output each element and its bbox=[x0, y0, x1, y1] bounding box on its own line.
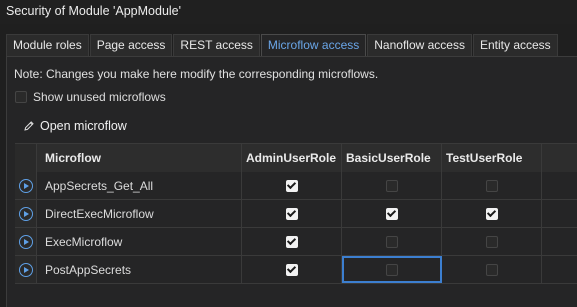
pencil-icon bbox=[24, 121, 34, 131]
test-checkbox[interactable] bbox=[485, 263, 498, 276]
header-filler bbox=[542, 144, 577, 172]
tab-nanoflow-access[interactable]: Nanoflow access bbox=[367, 34, 472, 56]
test-checkbox[interactable] bbox=[485, 207, 498, 220]
open-microflow-button[interactable]: Open microflow bbox=[23, 119, 127, 133]
tab-rest-access[interactable]: REST access bbox=[173, 34, 260, 56]
tab-module-roles[interactable]: Module roles bbox=[6, 34, 89, 56]
show-unused-checkbox[interactable] bbox=[15, 91, 27, 103]
tab-strip: Module roles Page access REST access Mic… bbox=[6, 34, 559, 56]
column-header-test[interactable]: TestUserRole bbox=[442, 144, 542, 172]
test-checkbox[interactable] bbox=[485, 179, 498, 192]
admin-checkbox[interactable] bbox=[285, 263, 298, 276]
open-microflow-label: Open microflow bbox=[40, 119, 127, 133]
basic-checkbox[interactable] bbox=[385, 179, 398, 192]
admin-checkbox[interactable] bbox=[285, 179, 298, 192]
tab-microflow-access[interactable]: Microflow access bbox=[260, 34, 367, 56]
table-row[interactable]: PostAppSecrets bbox=[15, 256, 577, 284]
table-row[interactable]: DirectExecMicroflow bbox=[15, 200, 577, 228]
tab-page-access[interactable]: Page access bbox=[89, 34, 173, 56]
microflow-run-icon[interactable] bbox=[18, 234, 33, 249]
window-title: Security of Module 'AppModule' bbox=[0, 0, 577, 24]
basic-checkbox[interactable] bbox=[385, 263, 398, 276]
microflow-run-icon[interactable] bbox=[18, 178, 33, 193]
microflow-name: AppSecrets_Get_All bbox=[37, 172, 242, 199]
focused-cell[interactable] bbox=[342, 256, 442, 283]
access-grid: Microflow AdminUserRole BasicUserRole Te… bbox=[15, 143, 577, 284]
microflow-run-icon[interactable] bbox=[18, 262, 33, 277]
show-unused-toggle[interactable]: Show unused microflows bbox=[15, 90, 166, 104]
admin-checkbox[interactable] bbox=[285, 235, 298, 248]
column-header-admin[interactable]: AdminUserRole bbox=[242, 144, 342, 172]
column-header-basic[interactable]: BasicUserRole bbox=[342, 144, 442, 172]
table-row[interactable]: AppSecrets_Get_All bbox=[15, 172, 577, 200]
microflow-run-icon[interactable] bbox=[18, 206, 33, 221]
basic-checkbox[interactable] bbox=[385, 235, 398, 248]
test-checkbox[interactable] bbox=[485, 235, 498, 248]
microflow-name: PostAppSecrets bbox=[37, 256, 242, 283]
microflow-name: DirectExecMicroflow bbox=[37, 200, 242, 227]
basic-checkbox[interactable] bbox=[385, 207, 398, 220]
microflow-access-panel: Note: Changes you make here modify the c… bbox=[6, 56, 577, 307]
header-spacer bbox=[15, 144, 37, 172]
note-text: Note: Changes you make here modify the c… bbox=[14, 67, 379, 81]
microflow-name: ExecMicroflow bbox=[37, 228, 242, 255]
tab-entity-access[interactable]: Entity access bbox=[472, 34, 558, 56]
grid-header: Microflow AdminUserRole BasicUserRole Te… bbox=[15, 144, 577, 172]
column-header-microflow[interactable]: Microflow bbox=[37, 144, 242, 172]
table-row[interactable]: ExecMicroflow bbox=[15, 228, 577, 256]
admin-checkbox[interactable] bbox=[285, 207, 298, 220]
show-unused-label: Show unused microflows bbox=[33, 90, 166, 104]
